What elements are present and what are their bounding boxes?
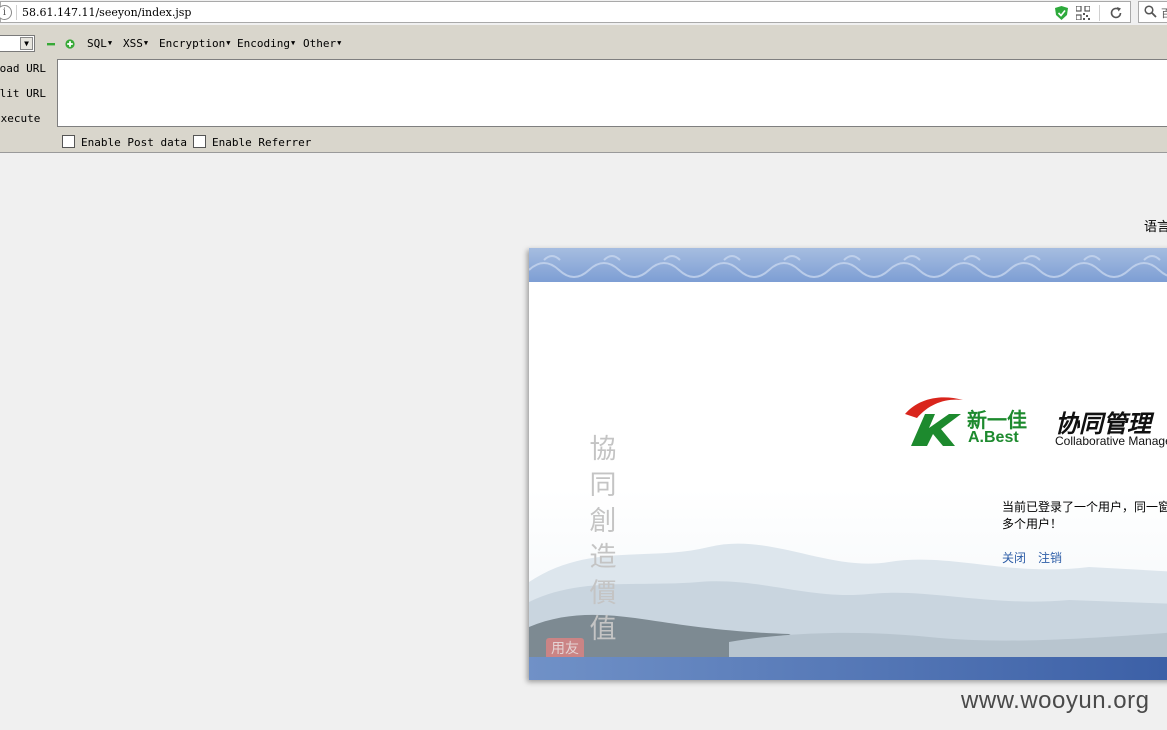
separator [1099, 5, 1100, 21]
cloud-pattern [529, 255, 1167, 278]
menu-encryption[interactable]: Encryption▼ [159, 37, 230, 50]
search-icon[interactable] [1144, 5, 1157, 18]
menu-xss[interactable]: XSS▼ [123, 37, 148, 50]
url-text[interactable]: 58.61.147.11/seeyon/index.jsp [22, 6, 191, 19]
menu-sql[interactable]: SQL▼ [87, 37, 112, 50]
info-icon[interactable]: i [0, 5, 12, 20]
notice-actions: 关闭 注销 [1002, 549, 1074, 566]
notice-line: 多个用户！ [1002, 517, 1063, 531]
system-subtitle: Collaborative Management [1055, 434, 1167, 448]
minus-icon[interactable] [46, 39, 56, 49]
slogan-char: 值 [589, 614, 617, 645]
menu-encoding[interactable]: Encoding▼ [237, 37, 295, 50]
reload-icon[interactable] [1109, 6, 1123, 20]
checkbox-box[interactable] [62, 135, 75, 148]
checkbox-box[interactable] [193, 135, 206, 148]
load-url-button[interactable]: Load URL [0, 62, 46, 75]
separator [16, 5, 17, 20]
enable-referrer-checkbox[interactable]: Enable Referrer [193, 135, 311, 149]
address-toolbar: i 58.61.147.11/seeyon/index.jsp 百 [0, 0, 1167, 25]
enable-post-data-checkbox[interactable]: Enable Post data [62, 135, 187, 149]
slogan-char: 創 [589, 506, 617, 537]
shield-icon[interactable] [1055, 6, 1068, 20]
menu-other[interactable]: Other▼ [303, 37, 341, 50]
notice-line: 当前已登录了一个用户，同一窗口中不能登录 [1002, 500, 1167, 514]
watermark: www.wooyun.org [961, 687, 1150, 714]
slogan-char: 價 [589, 578, 617, 609]
panel-header [529, 248, 1167, 282]
url-textarea[interactable] [57, 59, 1167, 127]
hackbar-panel: ▼ SQL▼ XSS▼ Encryption▼ Encoding▼ Other▼… [0, 25, 1167, 153]
execute-button[interactable]: Execute [0, 112, 46, 125]
close-link[interactable]: 关闭 [1002, 551, 1026, 565]
hackbar-select[interactable]: ▼ [0, 35, 35, 52]
search-input[interactable]: 百 [1138, 1, 1167, 23]
login-panel: 協 同 創 造 價 值 用友软件 新一佳 A.Best 协同管理 Collabo… [529, 248, 1167, 680]
split-url-button[interactable]: Split URL [0, 87, 46, 100]
brand-name-en: A.Best [968, 429, 1019, 446]
panel-footer [529, 657, 1167, 680]
logout-link[interactable]: 注销 [1038, 551, 1062, 565]
search-placeholder: 百 [1161, 8, 1167, 20]
chevron-down-icon[interactable]: ▼ [20, 37, 33, 50]
abest-logo-icon [905, 397, 963, 446]
qr-code-icon[interactable] [1076, 6, 1090, 20]
slogan-char: 造 [589, 542, 617, 573]
address-bar[interactable]: i 58.61.147.11/seeyon/index.jsp [0, 1, 1131, 23]
slogan-char: 協 [589, 434, 617, 465]
slogan-char: 同 [589, 470, 617, 501]
checkbox-label: Enable Referrer [212, 136, 312, 149]
slogan-vertical: 協 同 創 造 價 值 [583, 432, 623, 648]
checkbox-label: Enable Post data [81, 136, 187, 149]
plus-icon[interactable] [65, 39, 75, 49]
panel-body: 協 同 創 造 價 值 用友软件 新一佳 A.Best 协同管理 Collabo… [529, 282, 1167, 678]
language-selector[interactable]: 语言 [1144, 216, 1167, 235]
login-notice: 当前已登录了一个用户，同一窗口中不能登录 多个用户！ [1002, 499, 1167, 533]
